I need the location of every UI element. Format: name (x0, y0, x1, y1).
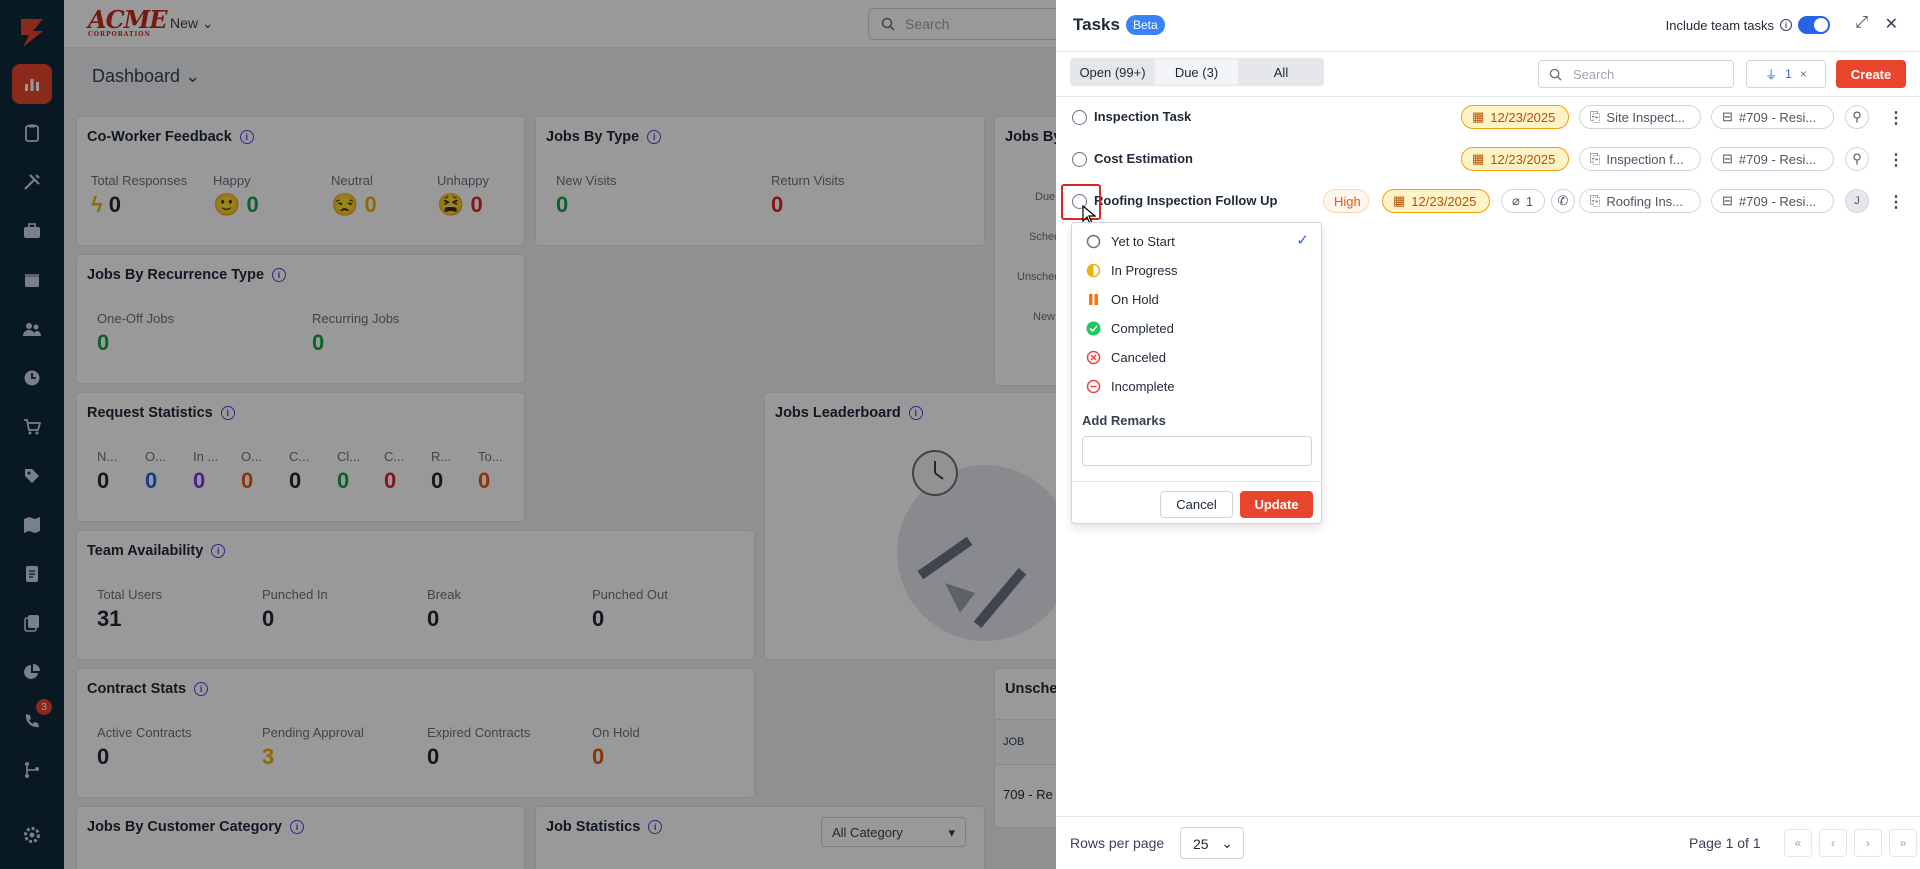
prev-page-button[interactable]: ‹ (1819, 829, 1847, 857)
include-team-tasks: Include team tasks i (1666, 16, 1830, 34)
remarks-input[interactable] (1082, 436, 1312, 466)
paperclip-icon: ⌀ (1512, 193, 1520, 208)
divider (1056, 51, 1920, 52)
tab-open[interactable]: Open (99+) (1071, 59, 1155, 85)
status-dropdown: Yet to Start ✓ In Progress On Hold Comple… (1071, 222, 1323, 524)
reference-chip[interactable]: ⎘ Inspection f... (1579, 147, 1701, 171)
pause-icon (1086, 292, 1101, 307)
status-option-incomplete[interactable]: Incomplete (1072, 373, 1323, 399)
minus-circle-icon (1086, 379, 1101, 394)
task-name[interactable]: Inspection Task (1094, 109, 1191, 124)
status-option-completed[interactable]: Completed (1072, 315, 1323, 341)
filter-icon: ⏚ (1765, 67, 1778, 82)
task-search-input[interactable]: Search (1538, 60, 1734, 88)
due-date-chip[interactable]: ▦ 12/23/2025 (1461, 147, 1569, 171)
document-icon: ⎘ (1590, 151, 1601, 166)
document-icon: ⎘ (1590, 109, 1601, 124)
beta-badge: Beta (1125, 15, 1165, 35)
briefcase-icon: ⊟ (1722, 193, 1733, 208)
search-icon (1549, 68, 1562, 81)
phone-icon[interactable]: ✆ (1551, 189, 1575, 213)
task-row[interactable]: Roofing Inspection Follow Up High ▦ 12/23… (1056, 180, 1920, 222)
status-option-yet-to-start[interactable]: Yet to Start ✓ (1072, 228, 1323, 254)
team-tasks-toggle[interactable] (1798, 16, 1830, 34)
add-remarks-label: Add Remarks (1082, 413, 1166, 428)
due-date-chip[interactable]: ▦ 12/23/2025 (1461, 105, 1569, 129)
info-icon[interactable]: i (1780, 19, 1792, 31)
task-row[interactable]: Inspection Task ▦ 12/23/2025 ⎘ Site Inspec… (1056, 96, 1920, 138)
reference-chip[interactable]: ⎘ Site Inspect... (1579, 105, 1701, 129)
empty-circle-icon (1086, 234, 1101, 249)
attachment-chip[interactable]: ⌀ 1 (1501, 189, 1545, 213)
avatar[interactable]: J (1845, 189, 1869, 213)
modal-overlay[interactable] (0, 0, 1056, 869)
assign-user-icon[interactable]: ⚲ (1845, 105, 1869, 129)
briefcase-icon: ⊟ (1722, 109, 1733, 124)
reference-chip[interactable]: ⎘ Roofing Ins... (1579, 189, 1701, 213)
tab-all[interactable]: All (1239, 59, 1323, 85)
last-page-button[interactable]: » (1889, 829, 1917, 857)
create-button[interactable]: Create (1836, 60, 1906, 88)
job-chip[interactable]: ⊟ #709 - Resi... (1711, 105, 1834, 129)
cancel-button[interactable]: Cancel (1160, 491, 1233, 518)
update-button[interactable]: Update (1240, 491, 1313, 518)
divider (1072, 481, 1323, 482)
checkmark-icon: ✓ (1296, 232, 1309, 249)
panel-title: Tasks Beta (1073, 15, 1165, 35)
rows-per-page-select[interactable]: 25 ⌄ (1180, 827, 1244, 859)
close-icon[interactable]: ✕ (1885, 14, 1898, 34)
task-name[interactable]: Cost Estimation (1094, 151, 1193, 166)
calendar-icon: ▦ (1472, 109, 1485, 124)
assign-user-icon[interactable]: ⚲ (1845, 147, 1869, 171)
half-circle-icon (1086, 263, 1101, 278)
more-menu-icon[interactable]: ⋮ (1888, 150, 1904, 170)
x-circle-icon (1086, 350, 1101, 365)
briefcase-icon: ⊟ (1722, 151, 1733, 166)
calendar-icon: ▦ (1472, 151, 1485, 166)
status-option-in-progress[interactable]: In Progress (1072, 257, 1323, 283)
calendar-icon: ▦ (1393, 193, 1406, 208)
filter-button[interactable]: ⏚ 1 × (1746, 60, 1826, 88)
expand-icon[interactable]: ⤢ (1855, 14, 1868, 32)
job-chip[interactable]: ⊟ #709 - Resi... (1711, 189, 1834, 213)
chevron-down-icon: ⌄ (1221, 835, 1233, 851)
page-indicator: Page 1 of 1 (1689, 835, 1761, 851)
tab-due[interactable]: Due (3) (1155, 59, 1239, 85)
status-option-canceled[interactable]: Canceled (1072, 344, 1323, 370)
check-circle-icon (1086, 321, 1101, 336)
task-tabs: Open (99+) Due (3) All (1070, 58, 1324, 86)
due-date-chip[interactable]: ▦ 12/23/2025 (1382, 189, 1490, 213)
status-option-on-hold[interactable]: On Hold (1072, 286, 1323, 312)
next-page-button[interactable]: › (1854, 829, 1882, 857)
task-row[interactable]: Cost Estimation ▦ 12/23/2025 ⎘ Inspection … (1056, 138, 1920, 180)
job-chip[interactable]: ⊟ #709 - Resi... (1711, 147, 1834, 171)
status-radio[interactable] (1072, 152, 1087, 167)
divider (1056, 816, 1920, 817)
rows-per-page-label: Rows per page (1070, 835, 1165, 851)
document-icon: ⎘ (1590, 193, 1601, 208)
status-radio[interactable] (1072, 110, 1087, 125)
clear-filter-icon[interactable]: × (1800, 67, 1807, 81)
first-page-button[interactable]: « (1784, 829, 1812, 857)
more-menu-icon[interactable]: ⋮ (1888, 192, 1904, 212)
task-name[interactable]: Roofing Inspection Follow Up (1094, 193, 1277, 208)
more-menu-icon[interactable]: ⋮ (1888, 108, 1904, 128)
priority-badge[interactable]: High (1323, 189, 1369, 213)
